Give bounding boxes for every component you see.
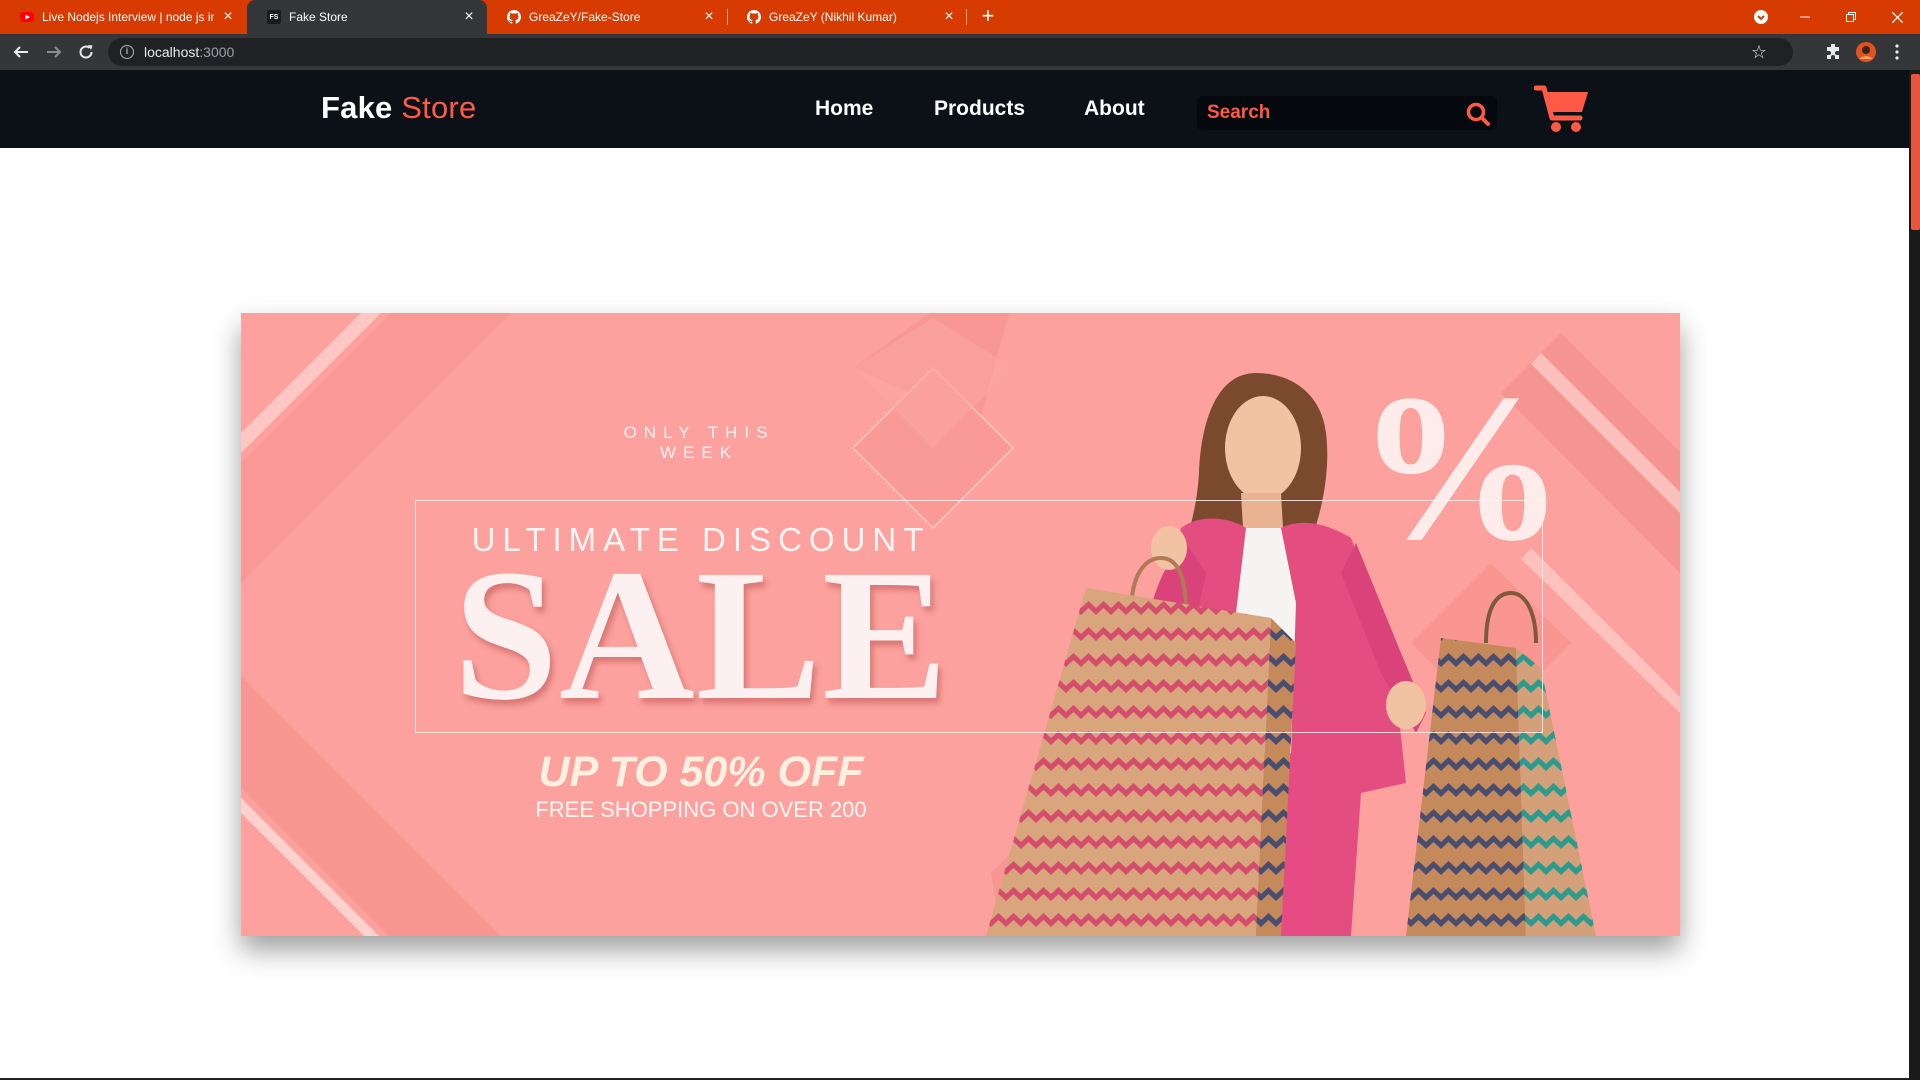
puzzle-icon xyxy=(1827,44,1839,59)
browser-tab-fake-store[interactable]: FS Fake Store × xyxy=(247,0,487,34)
cart-button[interactable] xyxy=(1533,82,1590,134)
forward-arrow-icon xyxy=(47,46,62,58)
extensions-button[interactable] xyxy=(1822,41,1844,63)
new-tab-button[interactable]: + xyxy=(977,5,999,28)
scrollbar-thumb[interactable] xyxy=(1911,74,1920,230)
site-logo[interactable]: Fake Store xyxy=(321,90,476,126)
reload-icon xyxy=(79,45,93,59)
nav-products-link[interactable]: Products xyxy=(934,97,1025,121)
search-input[interactable] xyxy=(1207,100,1457,126)
profile-avatar[interactable] xyxy=(1855,41,1877,63)
close-tab-icon[interactable]: × xyxy=(941,9,957,25)
logo-accent: Store xyxy=(401,90,477,125)
bookmark-star-icon[interactable]: ☆ xyxy=(1751,42,1767,63)
restore-button[interactable] xyxy=(1828,0,1874,34)
github-icon xyxy=(507,10,521,24)
reload-button[interactable] xyxy=(75,41,97,63)
hero-banner[interactable]: % ONLY THIS WEEK ULTIMATE DISCOUNT SALE … xyxy=(241,313,1680,936)
browser-tab-github-profile[interactable]: GreaZeY (Nikhil Kumar) × xyxy=(727,0,967,34)
banner-kicker: ONLY THIS WEEK xyxy=(623,423,775,462)
search-box xyxy=(1197,96,1497,130)
nav-about-link[interactable]: About xyxy=(1084,97,1145,121)
url-port: :3000 xyxy=(199,44,235,60)
tab-title: GreaZeY (Nikhil Kumar) xyxy=(769,10,897,24)
back-button[interactable] xyxy=(10,41,32,63)
minimize-icon xyxy=(1800,16,1810,18)
github-icon xyxy=(747,10,761,24)
search-button[interactable] xyxy=(1465,101,1491,127)
banner-note: FREE SHOPPING ON OVER 200 xyxy=(535,797,867,822)
chevron-down-circle-icon xyxy=(1754,10,1768,24)
address-bar[interactable]: i localhost:3000 ☆ xyxy=(108,38,1793,66)
browser-toolbar: i localhost:3000 ☆ xyxy=(0,34,1920,70)
close-tab-icon[interactable]: × xyxy=(461,9,477,25)
browser-tab-github-repo[interactable]: GreaZeY/Fake-Store × xyxy=(487,0,727,34)
avatar-icon xyxy=(1856,42,1876,62)
favicon-text: FS xyxy=(269,13,279,21)
forward-button[interactable] xyxy=(43,41,65,63)
back-arrow-icon xyxy=(13,46,28,58)
browser-tab-youtube[interactable]: Live Nodejs Interview | node js in × xyxy=(0,0,246,34)
close-tab-icon[interactable]: × xyxy=(701,9,717,25)
nav-home-link[interactable]: Home xyxy=(815,97,873,121)
logo-primary: Fake xyxy=(321,90,393,125)
banner-headline: SALE xyxy=(453,530,949,739)
browser-tab-strip: Live Nodejs Interview | node js in × FS … xyxy=(0,0,1920,34)
site-info-icon[interactable]: i xyxy=(120,45,134,59)
minimize-button[interactable] xyxy=(1782,0,1828,34)
browser-menu-button[interactable] xyxy=(1886,41,1908,63)
tab-separator xyxy=(966,9,967,25)
close-tab-icon[interactable]: × xyxy=(220,9,236,25)
banner-offer: UP TO 50% OFF xyxy=(538,748,864,796)
youtube-icon xyxy=(20,10,34,24)
tab-title: GreaZeY/Fake-Store xyxy=(529,10,641,24)
url-host: localhost xyxy=(144,44,200,60)
more-vertical-icon xyxy=(1895,44,1899,60)
shopping-cart-icon xyxy=(1533,85,1588,132)
tab-search-button[interactable] xyxy=(1738,0,1784,34)
site-header: Fake Store Home Products About xyxy=(0,70,1909,148)
search-icon xyxy=(1466,102,1490,126)
tab-title: Fake Store xyxy=(289,10,348,24)
close-window-button[interactable] xyxy=(1874,0,1920,34)
close-icon xyxy=(1891,11,1903,23)
tab-title: Live Nodejs Interview | node js in xyxy=(42,10,214,24)
fake-store-favicon: FS xyxy=(267,10,281,24)
restore-icon xyxy=(1846,12,1856,22)
